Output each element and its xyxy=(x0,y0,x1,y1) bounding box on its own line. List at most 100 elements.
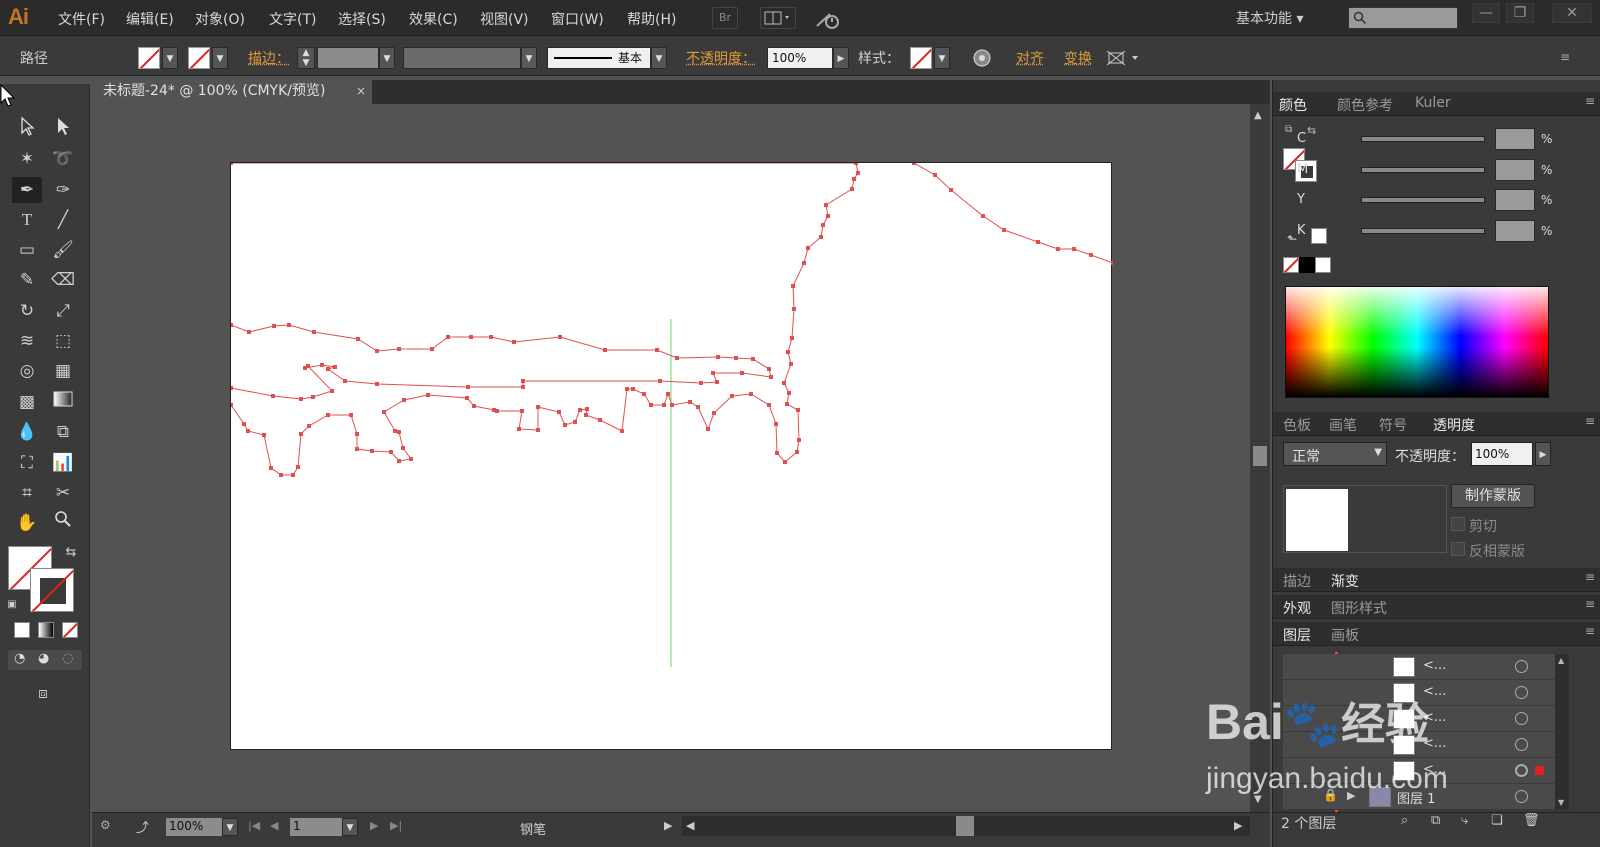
panel-menu-icon[interactable]: ≡ xyxy=(1585,597,1595,611)
anchor-point[interactable] xyxy=(734,356,738,360)
cyan-field[interactable] xyxy=(1495,128,1535,150)
menu-effect[interactable]: 效果(C) xyxy=(409,9,458,29)
anchor-point[interactable] xyxy=(269,466,273,470)
target-icon[interactable] xyxy=(1515,660,1528,673)
anchor-point[interactable] xyxy=(573,420,577,424)
anchor-point[interactable] xyxy=(769,375,773,379)
anchor-point[interactable] xyxy=(271,394,275,398)
tab-kuler[interactable]: Kuler xyxy=(1415,95,1451,111)
yellow-field[interactable] xyxy=(1495,189,1535,211)
anchor-point[interactable] xyxy=(670,403,674,407)
workspace-switcher[interactable]: 基本功能 ▾ xyxy=(1236,8,1303,28)
anchor-point[interactable] xyxy=(343,379,347,383)
anchor-point[interactable] xyxy=(517,427,521,431)
curvature-pen-tool-icon[interactable]: ✑ xyxy=(48,177,78,203)
prev-artboard-icon[interactable]: ◀ xyxy=(270,819,278,832)
anchor-point[interactable] xyxy=(272,324,276,328)
anchor-point[interactable] xyxy=(696,405,700,409)
artboard-number-field[interactable]: 1 xyxy=(290,818,342,836)
slice-tool-icon[interactable]: ✂ xyxy=(48,480,78,506)
anchor-point[interactable] xyxy=(370,449,374,453)
anchor-point[interactable] xyxy=(375,382,379,386)
anchor-point[interactable] xyxy=(393,429,397,433)
anchor-point[interactable] xyxy=(231,386,233,390)
anchor-point[interactable] xyxy=(625,387,629,391)
anchor-point[interactable] xyxy=(715,380,719,384)
anchor-point[interactable] xyxy=(806,246,810,250)
anchor-point[interactable] xyxy=(802,261,806,265)
anchor-point[interactable] xyxy=(662,403,666,407)
anchor-point[interactable] xyxy=(949,188,953,192)
target-icon[interactable] xyxy=(1515,764,1528,777)
tab-artboards[interactable]: 画板 xyxy=(1331,625,1359,645)
close-button[interactable]: ✕ xyxy=(1552,3,1592,23)
scroll-right-icon[interactable]: ▶ xyxy=(1234,819,1242,832)
anchor-point[interactable] xyxy=(797,438,801,442)
selection-indicator[interactable] xyxy=(1535,766,1544,775)
anchor-point[interactable] xyxy=(585,407,589,411)
horizontal-scrollbar[interactable]: ◀ ▶ xyxy=(682,816,1250,836)
anchor-point[interactable] xyxy=(231,403,233,407)
symbol-sprayer-tool-icon[interactable]: ⛶ xyxy=(12,450,42,476)
tab-stroke[interactable]: 描边 xyxy=(1283,571,1311,591)
tab-gradient[interactable]: 渐变 xyxy=(1331,571,1359,591)
anchor-point[interactable] xyxy=(578,408,582,412)
opacity-field[interactable]: 100% xyxy=(767,47,833,69)
anchor-point[interactable] xyxy=(821,223,825,227)
mesh-tool-icon[interactable]: ▩ xyxy=(12,389,42,415)
graphic-style-swatch[interactable] xyxy=(910,47,932,69)
target-icon[interactable] xyxy=(1515,738,1528,751)
anchor-point[interactable] xyxy=(584,413,588,417)
recolor-artwork-icon[interactable] xyxy=(972,48,992,72)
anchor-point[interactable] xyxy=(774,422,778,426)
anchor-point[interactable] xyxy=(557,410,561,414)
panel-menu-icon[interactable]: ≡ xyxy=(1585,570,1595,584)
anchor-point[interactable] xyxy=(824,203,828,207)
scroll-left-icon[interactable]: ◀ xyxy=(686,819,694,832)
drawing-modes[interactable]: ◔ ◕ ◌ xyxy=(8,650,82,670)
make-mask-button[interactable]: 制作蒙版 xyxy=(1451,484,1535,508)
anchor-point[interactable] xyxy=(489,335,493,339)
stroke-color-box[interactable] xyxy=(30,568,74,612)
anchor-point[interactable] xyxy=(796,408,800,412)
style-dropdown-icon[interactable]: ▼ xyxy=(934,47,950,69)
invert-mask-checkbox[interactable] xyxy=(1451,542,1465,556)
anchor-point[interactable] xyxy=(397,347,401,351)
isolate-object-icon[interactable] xyxy=(1106,48,1144,72)
anchor-point[interactable] xyxy=(826,214,830,218)
selection-tool-icon[interactable] xyxy=(12,116,42,142)
tab-transparency[interactable]: 透明度 xyxy=(1433,415,1475,435)
fill-dropdown-icon[interactable]: ▼ xyxy=(162,47,178,69)
anchor-point[interactable] xyxy=(751,357,755,361)
anchor-point[interactable] xyxy=(819,235,823,239)
opacity-panel-link[interactable]: 不透明度： xyxy=(686,48,756,68)
search-input[interactable] xyxy=(1348,7,1458,29)
anchor-point[interactable] xyxy=(320,363,324,367)
document-tab[interactable]: 未标题-24* @ 100% (CMYK/预览) × xyxy=(92,80,372,104)
profile-dropdown-icon[interactable]: ▼ xyxy=(521,47,537,69)
blend-tool-icon[interactable]: ⧉ xyxy=(48,419,78,445)
anchor-point[interactable] xyxy=(675,356,679,360)
shape-builder-tool-icon[interactable]: ◎ xyxy=(12,358,42,384)
anchor-point[interactable] xyxy=(401,446,405,450)
layer-row[interactable]: <... xyxy=(1283,654,1558,680)
stroke-panel-link[interactable]: 描边： xyxy=(248,48,290,68)
maximize-button[interactable]: ❐ xyxy=(1506,3,1534,23)
color-spectrum[interactable] xyxy=(1285,286,1549,398)
anchor-point[interactable] xyxy=(231,163,233,165)
blend-mode-select[interactable]: 正常 ▼ xyxy=(1283,442,1387,466)
anchor-point[interactable] xyxy=(767,367,771,371)
stroke-swatch[interactable] xyxy=(188,47,210,69)
menu-help[interactable]: 帮助(H) xyxy=(627,9,676,29)
anchor-point[interactable] xyxy=(1056,247,1060,251)
anchor-point[interactable] xyxy=(330,389,334,393)
panel-menu-icon[interactable]: ≡ xyxy=(1585,624,1595,638)
anchor-point[interactable] xyxy=(492,408,496,412)
anchor-point[interactable] xyxy=(356,337,360,341)
locate-object-icon[interactable]: ⌕ xyxy=(1401,813,1408,828)
anchor-point[interactable] xyxy=(620,429,624,433)
anchor-point[interactable] xyxy=(783,460,787,464)
artboard[interactable] xyxy=(230,162,1113,750)
anchor-point[interactable] xyxy=(242,422,246,426)
close-tab-icon[interactable]: × xyxy=(356,80,366,102)
